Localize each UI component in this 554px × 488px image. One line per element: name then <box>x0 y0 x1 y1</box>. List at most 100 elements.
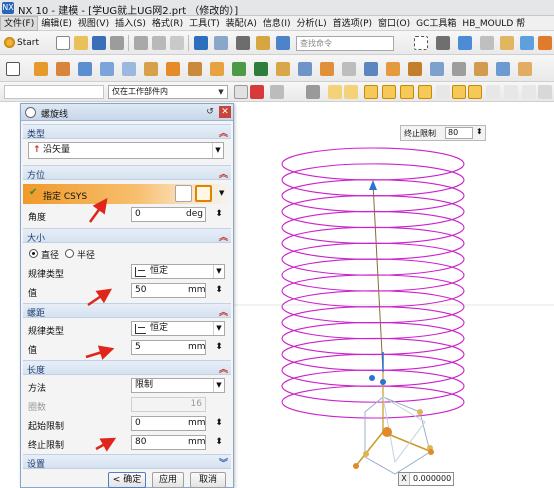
measure-icon[interactable] <box>452 62 466 76</box>
undo-icon[interactable] <box>194 36 208 50</box>
end-limit-onscreen-value[interactable]: 80 <box>445 127 473 139</box>
fit-view-icon[interactable] <box>414 36 428 50</box>
expand-chevron-icon[interactable]: ︾ <box>219 456 228 469</box>
x-coordinate-value[interactable]: 0.000000 <box>413 473 451 485</box>
reset-icon[interactable]: ↺ <box>204 106 216 118</box>
sketch-icon[interactable] <box>6 62 20 76</box>
ok-button[interactable]: < 确定 > <box>108 472 146 488</box>
apply-button[interactable]: 应用 <box>152 472 184 488</box>
menu-assembly[interactable]: 装配(A) <box>223 17 260 32</box>
copy-icon[interactable] <box>152 36 166 50</box>
save-as-icon[interactable] <box>110 36 124 50</box>
close-button[interactable]: ✕ <box>219 106 231 118</box>
snap-endpoint-icon[interactable] <box>328 85 342 99</box>
section-settings-header[interactable]: 设置 ︾ <box>23 454 231 470</box>
menu-insert[interactable]: 插入(S) <box>112 17 149 32</box>
touch-mode-icon[interactable] <box>256 36 270 50</box>
menu-gc-toolkit[interactable]: GC工具箱 <box>413 17 459 32</box>
unite-icon[interactable] <box>166 62 180 76</box>
section-type-header[interactable]: 类型 ︽ <box>23 124 231 140</box>
section-orientation-header[interactable]: 方位 ︽ <box>23 165 231 181</box>
open-folder-icon[interactable] <box>74 36 88 50</box>
thicken-icon[interactable] <box>430 62 444 76</box>
section-pitch-header[interactable]: 螺距 ︽ <box>23 303 231 319</box>
mirror-icon[interactable] <box>342 62 356 76</box>
cylinder-icon[interactable] <box>100 62 114 76</box>
collapse-chevron-icon[interactable]: ︽ <box>219 126 228 139</box>
csys-picker-button[interactable] <box>195 185 212 202</box>
window-icon[interactable] <box>276 36 290 50</box>
intersect-icon[interactable] <box>210 62 224 76</box>
spinner-icon[interactable]: ⬍ <box>476 127 483 136</box>
command-search-input[interactable]: 查找命令 <box>296 36 394 51</box>
edge-blend-icon[interactable] <box>232 62 246 76</box>
extrude-icon[interactable] <box>34 62 48 76</box>
draft-icon[interactable] <box>298 62 312 76</box>
trim-body-icon[interactable] <box>364 62 378 76</box>
pitch-law-type-select[interactable]: 恒定 ▼ <box>131 321 225 336</box>
toolbar-options-icon[interactable] <box>538 36 552 50</box>
snap-line-icon[interactable] <box>400 85 414 99</box>
snap-tangent-icon[interactable] <box>504 85 518 99</box>
revolve-icon[interactable] <box>56 62 70 76</box>
chamfer-icon[interactable] <box>254 62 268 76</box>
menu-information[interactable]: 信息(I) <box>260 17 294 32</box>
snap-pole-icon[interactable] <box>538 85 552 99</box>
block-icon[interactable] <box>78 62 92 76</box>
diameter-radio[interactable] <box>29 249 38 258</box>
offset-face-icon[interactable] <box>408 62 422 76</box>
radius-radio[interactable] <box>65 249 74 258</box>
start-button[interactable]: Start <box>4 36 39 50</box>
collapse-chevron-icon[interactable]: ︽ <box>219 305 228 318</box>
redo-icon[interactable] <box>214 36 228 50</box>
select-all-icon[interactable] <box>306 85 320 99</box>
save-icon[interactable] <box>92 36 106 50</box>
menu-preferences[interactable]: 首选项(P) <box>330 17 375 32</box>
snap-midpoint-icon[interactable] <box>344 85 358 99</box>
snap-quadrant-icon[interactable] <box>452 85 466 99</box>
snap-existing-point-icon[interactable] <box>522 85 536 99</box>
selection-priority-icon[interactable] <box>250 85 264 99</box>
type-filter-select[interactable] <box>4 85 104 99</box>
end-limit-onscreen-input[interactable]: 终止限制 80 ⬍ <box>400 125 486 141</box>
background-icon[interactable] <box>520 36 534 50</box>
menu-format[interactable]: 格式(R) <box>149 17 186 32</box>
section-length-header[interactable]: 长度 ︽ <box>23 360 231 376</box>
rotate-view-icon[interactable] <box>436 36 450 50</box>
hole-icon[interactable] <box>122 62 136 76</box>
collapse-chevron-icon[interactable]: ︽ <box>219 167 228 180</box>
snap-control-point-icon[interactable] <box>364 85 378 99</box>
menu-analysis[interactable]: 分析(L) <box>294 17 330 32</box>
repeat-command-icon[interactable] <box>236 36 250 50</box>
specify-csys-row[interactable]: ✔ 指定 CSYS ▼ <box>23 184 231 204</box>
paste-icon[interactable] <box>170 36 184 50</box>
shell-icon[interactable] <box>276 62 290 76</box>
size-law-type-select[interactable]: 恒定 ▼ <box>131 264 225 279</box>
cancel-button[interactable]: 取消 <box>190 472 226 488</box>
section-size-header[interactable]: 大小 ︽ <box>23 228 231 244</box>
section-view-icon[interactable] <box>474 62 488 76</box>
snap-point-on-curve-icon[interactable] <box>486 85 500 99</box>
snap-arc-center-icon[interactable] <box>436 85 450 99</box>
snap-intersection-icon[interactable] <box>382 85 396 99</box>
move-face-icon[interactable] <box>518 62 532 76</box>
csys-dialog-button[interactable] <box>175 185 192 202</box>
spinner-icon[interactable]: ⬍ <box>214 207 224 221</box>
spinner-icon[interactable]: ⬍ <box>214 435 224 449</box>
coordinate-input[interactable]: X 0.000000 <box>398 472 454 486</box>
synchronous-icon[interactable] <box>496 62 510 76</box>
boss-icon[interactable] <box>144 62 158 76</box>
vector-arrowhead-icon[interactable] <box>369 180 377 190</box>
menu-file[interactable]: 文件(F) <box>0 16 39 31</box>
menu-edit[interactable]: 编辑(E) <box>38 17 75 32</box>
spinner-icon[interactable]: ⬍ <box>214 416 224 430</box>
render-style-icon[interactable] <box>458 36 472 50</box>
cut-icon[interactable] <box>134 36 148 50</box>
spinner-icon[interactable]: ⬍ <box>214 283 224 297</box>
reset-filter-icon[interactable] <box>270 85 284 99</box>
selection-scope-select[interactable]: 仅在工作部件内 ▼ <box>108 85 228 99</box>
chevron-down-icon[interactable]: ▼ <box>219 189 224 197</box>
menu-window[interactable]: 窗口(O) <box>375 17 413 32</box>
type-select[interactable]: ↑ 沿矢量 ▼ <box>28 142 224 159</box>
collapse-chevron-icon[interactable]: ︽ <box>219 362 228 375</box>
